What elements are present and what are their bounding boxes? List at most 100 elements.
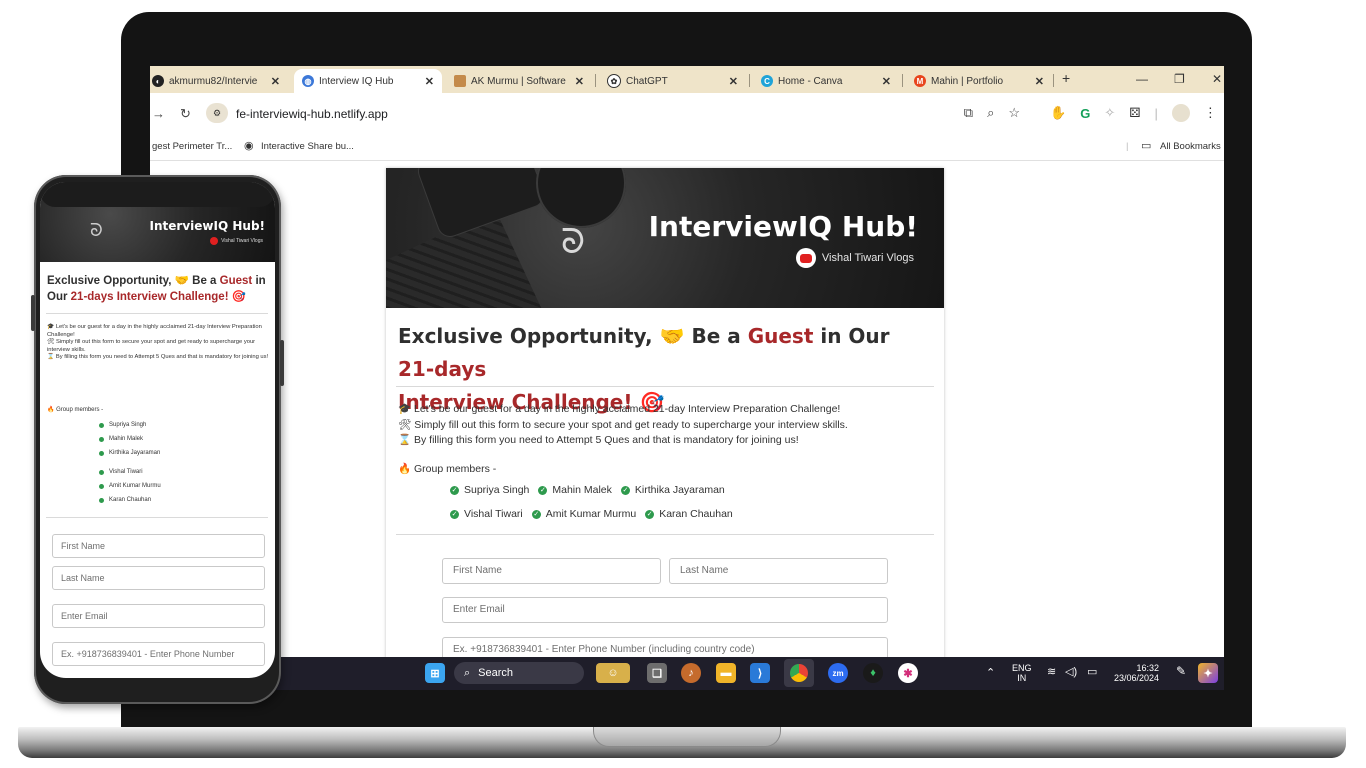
file-explorer-icon[interactable]: ▬	[716, 663, 736, 683]
cup-decoration	[536, 168, 626, 228]
task-view-icon[interactable]: ❏	[647, 663, 667, 683]
check-icon: ✓	[531, 509, 541, 519]
close-icon[interactable]: ✕	[575, 75, 584, 88]
mongodb-icon[interactable]: ♦	[863, 663, 883, 683]
avatar-icon	[454, 75, 466, 87]
github-icon: ◐	[152, 75, 164, 87]
clock-date: 23/06/2024	[1114, 673, 1160, 683]
menu-kebab-icon[interactable]: ⋮	[1204, 105, 1217, 121]
email-field[interactable]: Enter Email	[52, 604, 265, 628]
close-icon[interactable]: ✕	[271, 75, 280, 88]
close-icon[interactable]: ✕	[425, 75, 434, 88]
divider	[396, 386, 934, 387]
check-icon: ✓	[620, 485, 630, 495]
close-icon[interactable]: ✕	[1035, 75, 1044, 88]
reload-icon[interactable]: ↻	[180, 106, 191, 122]
laptop-screen: ◐ akmurmu82/Intervie ✕ ◍ Interview IQ Hu…	[150, 66, 1224, 690]
youtube-icon	[795, 248, 816, 268]
clock[interactable]: 16:32 23/06/2024	[1114, 663, 1159, 683]
minimize-icon[interactable]: —	[1136, 72, 1148, 86]
first-name-field[interactable]: First Name	[52, 534, 265, 558]
battery-icon[interactable]: ▭	[1087, 667, 1097, 678]
forward-icon[interactable]: →	[152, 106, 165, 121]
slack-icon[interactable]: ✱	[898, 663, 918, 683]
tab-ak-murmu[interactable]: AK Murmu | Software ✕	[446, 69, 592, 93]
tab-chatgpt[interactable]: ✿ ChatGPT ✕	[599, 69, 746, 93]
volume-icon[interactable]: ◁)	[1065, 667, 1077, 678]
first-name-field[interactable]: First Name	[442, 558, 661, 584]
member-name: Amit Kumar Murmu	[109, 483, 161, 489]
email-field[interactable]: Enter Email	[442, 597, 888, 623]
zoom-icon[interactable]: ⌕	[987, 105, 994, 121]
tab-separator	[902, 74, 903, 87]
youtube-icon	[210, 237, 219, 245]
search-icon: ⌕	[464, 666, 471, 679]
member-name: Supriya Singh	[464, 484, 530, 496]
earbuds-icon: ᘐ	[90, 220, 103, 240]
chevron-up-icon[interactable]: ⌃	[986, 668, 995, 679]
check-icon	[99, 483, 104, 489]
last-name-field[interactable]: Last Name	[669, 558, 888, 584]
bookmarks-bar: gest Perimeter Tr... ◉ Interactive Share…	[150, 134, 1224, 161]
zoom-app-icon[interactable]: zm	[828, 663, 848, 683]
member-item: Mahin Malek	[99, 436, 143, 442]
new-tab-button[interactable]: +	[1062, 70, 1070, 86]
phone-field[interactable]: Ex. +918736839401 - Enter Phone Number	[52, 642, 265, 666]
media-app-icon[interactable]: ♪	[681, 663, 701, 683]
handshake-icon: 🤝	[174, 275, 189, 287]
phone-side-button	[31, 295, 35, 331]
language-indicator[interactable]: ENG IN	[1012, 663, 1032, 683]
close-icon[interactable]: ✕	[729, 75, 738, 88]
taskbar-search[interactable]: ⌕ Search	[454, 662, 584, 684]
copilot-icon[interactable]: ✦	[1198, 663, 1218, 683]
extension-icon[interactable]: ✋	[1050, 105, 1066, 121]
notification-icon[interactable]: ✎	[1176, 665, 1186, 677]
vscode-icon[interactable]: ⟩	[750, 663, 770, 683]
widgets-icon[interactable]: ☺	[596, 663, 630, 683]
region-code: IN	[1017, 673, 1027, 683]
phone-banner-title: InterviewIQ Hub!	[149, 219, 265, 233]
channel-badge: Vishal Tiwari Vlogs	[795, 248, 914, 268]
bookmark-item[interactable]: Interactive Share bu...	[261, 141, 354, 152]
canva-icon: C	[761, 75, 773, 87]
bookmark-item[interactable]: gest Perimeter Tr...	[152, 141, 232, 152]
all-bookmarks[interactable]: All Bookmarks	[1160, 141, 1221, 152]
member-name: Vishal Tiwari	[464, 508, 523, 520]
profile-avatar-icon[interactable]	[1171, 104, 1190, 122]
bookmark-star-icon[interactable]: ☆	[1008, 105, 1020, 121]
site-info-icon[interactable]: ⚙	[206, 103, 228, 123]
window-close-icon[interactable]: ✕	[1212, 72, 1222, 86]
extensions-puzzle-icon[interactable]: ⚄	[1129, 105, 1140, 121]
windows-start-icon[interactable]: ⊞	[425, 663, 445, 683]
wifi-icon[interactable]: ≋	[1047, 667, 1056, 678]
chrome-icon[interactable]	[784, 659, 814, 687]
tab-interview-iq-hub[interactable]: ◍ Interview IQ Hub ✕	[294, 69, 442, 93]
member-name: Mahin Malek	[552, 484, 612, 496]
member-name: Karan Chauhan	[109, 497, 152, 503]
last-name-field[interactable]: Last Name	[52, 566, 265, 590]
banner-image: ᘐ InterviewIQ Hub! Vishal Tiwari Vlogs	[386, 168, 944, 308]
restore-icon[interactable]: ❐	[1174, 72, 1185, 86]
members-row: ✓ Vishal Tiwari ✓ Amit Kumar Murmu ✓ Karan …	[450, 508, 733, 520]
clock-time: 16:32	[1136, 663, 1160, 673]
install-app-icon[interactable]: ⧉	[964, 105, 973, 121]
phone-side-button	[280, 340, 284, 386]
sparkle-icon[interactable]: ✧	[1104, 105, 1115, 121]
tab-portfolio[interactable]: M Mahin | Portfolio ✕	[906, 69, 1052, 93]
tab-canva[interactable]: C Home - Canva ✕	[753, 69, 899, 93]
url-text[interactable]: fe-interviewiq-hub.netlify.app	[236, 107, 388, 121]
grammarly-icon[interactable]: G	[1080, 106, 1090, 121]
member-name: Kirthika Jayaraman	[109, 450, 161, 456]
divider-icon: |	[1154, 105, 1158, 121]
tab-separator	[595, 74, 596, 87]
intro-line: 🎓 Let's be our guest for a day in the hi…	[398, 403, 841, 415]
headline-part: Be a	[192, 275, 217, 287]
close-icon[interactable]: ✕	[882, 75, 891, 88]
member-item: ✓ Mahin Malek	[538, 484, 612, 496]
tab-github[interactable]: ◐ akmurmu82/Intervie ✕	[150, 69, 288, 93]
headline-highlight: 21-days	[398, 357, 487, 381]
target-icon: 🎯	[231, 291, 247, 303]
headline-part: Exclusive Opportunity,	[47, 275, 172, 287]
omnibox[interactable]: ⚙ fe-interviewiq-hub.netlify.app ⧉ ⌕ ☆	[206, 100, 1036, 127]
tab-label: Home - Canva	[778, 75, 843, 87]
